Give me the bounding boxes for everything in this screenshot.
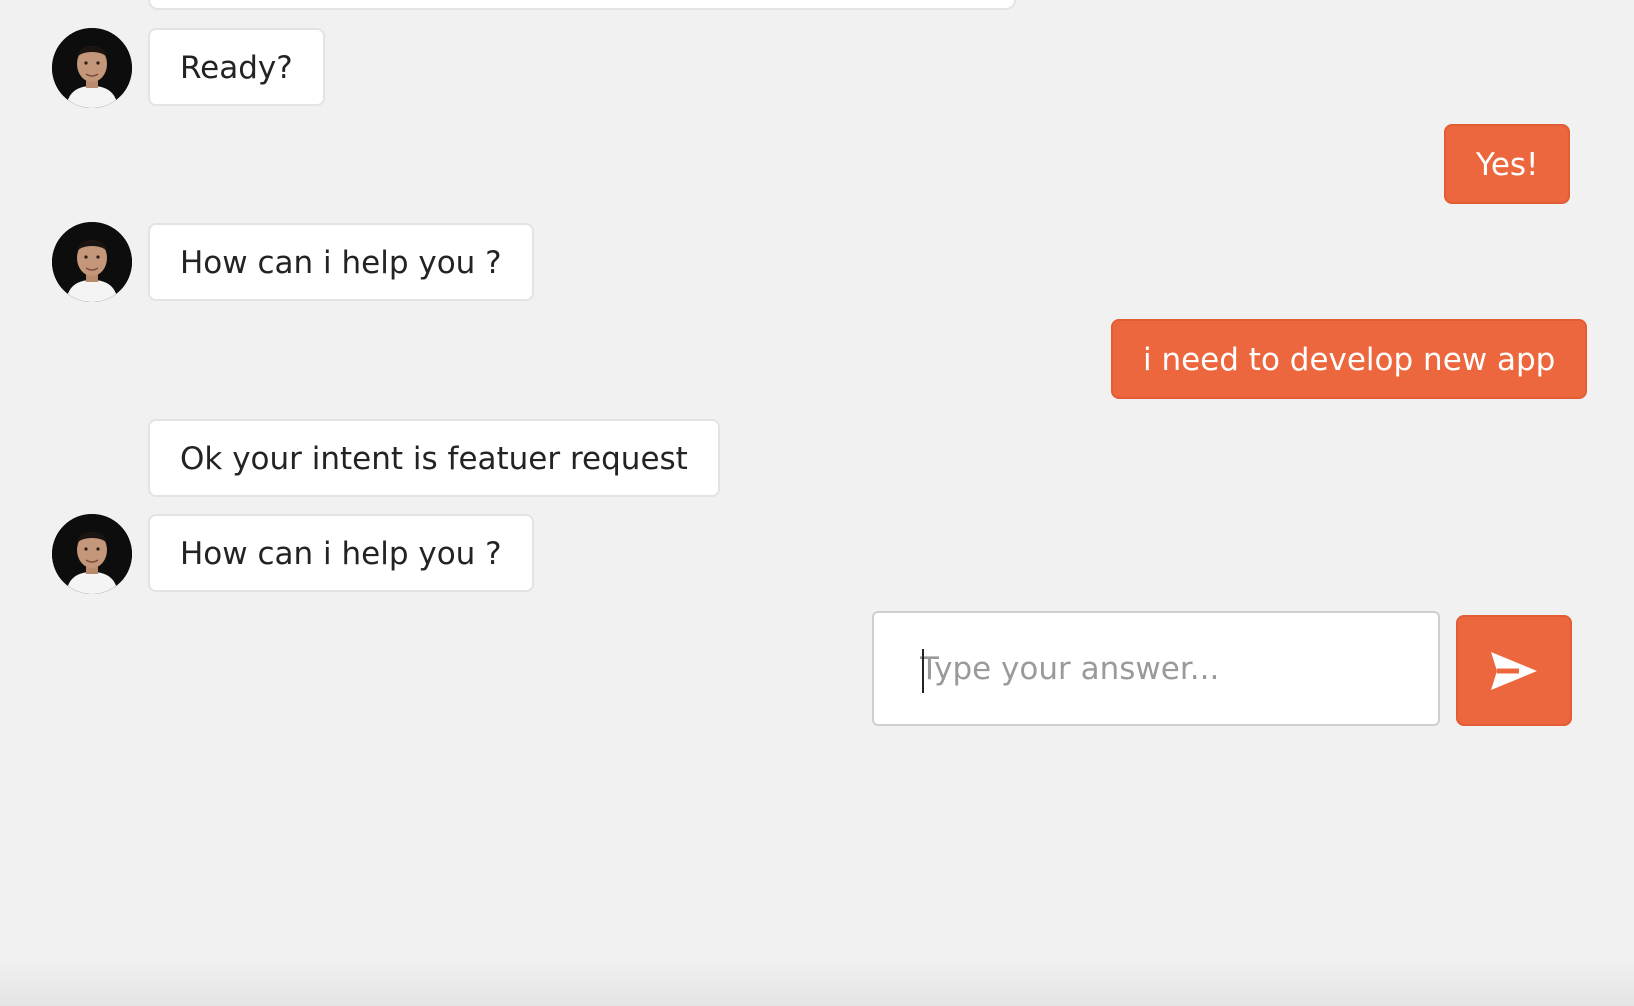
send-arrow-icon [1491,651,1537,690]
person-avatar-icon [52,28,132,108]
message-text: i need to develop new app [1143,342,1556,378]
chat-window: Ready? Yes! How can i help you ? i need … [0,0,1634,1006]
bot-avatar [52,28,132,108]
send-button[interactable] [1456,615,1572,726]
message-text: Ready? [180,50,293,86]
user-message-bubble: i need to develop new app [1111,319,1588,399]
person-avatar-icon [52,514,132,594]
bot-message-bubble: Ready? [148,28,325,106]
text-caret [922,649,924,693]
bot-avatar [52,222,132,302]
answer-input-container[interactable] [872,611,1440,726]
bot-message-bubble: How can i help you ? [148,223,534,301]
message-text: Yes! [1476,147,1539,183]
bot-message-bubble: How can i help you ? [148,514,534,592]
person-avatar-icon [52,222,132,302]
bot-message-bubble: Ok your intent is featuer request [148,419,720,497]
message-text: How can i help you ? [180,245,502,281]
bottom-edge-shade [0,958,1634,1006]
answer-input[interactable] [874,613,1438,724]
bot-avatar [52,514,132,594]
message-text: Ok your intent is featuer request [180,441,688,477]
message-text: How can i help you ? [180,536,502,572]
user-message-bubble: Yes! [1444,124,1571,204]
previous-message-bubble-partial [148,0,1016,10]
